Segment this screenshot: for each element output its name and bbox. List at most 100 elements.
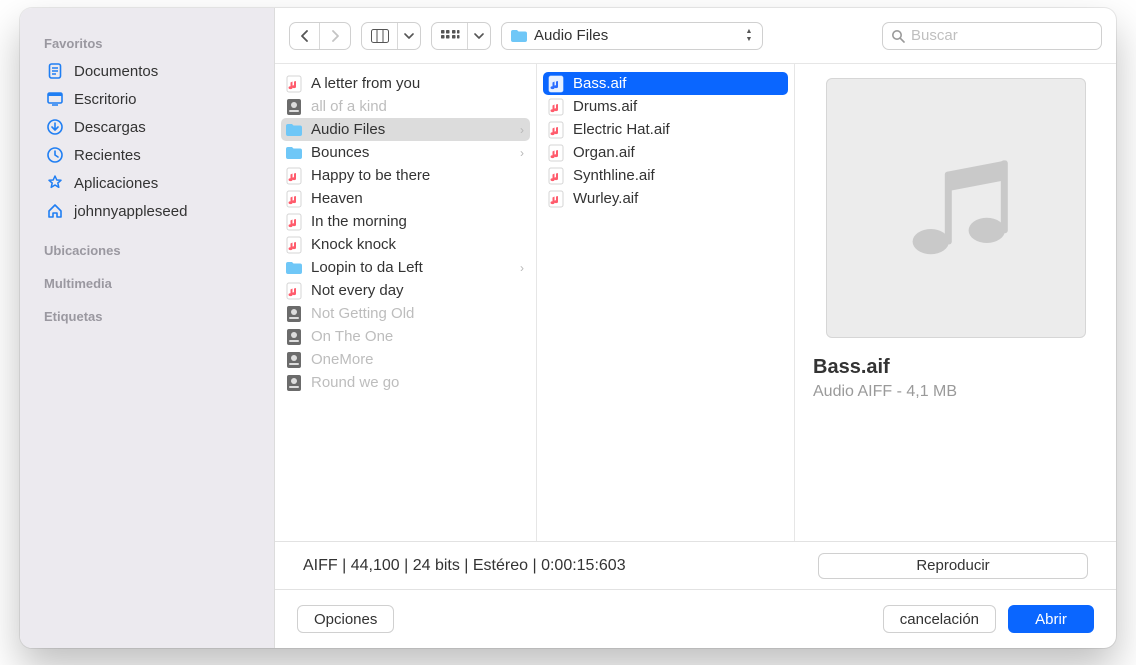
audio-icon — [285, 213, 303, 231]
file-row[interactable]: Not Getting Old — [275, 302, 536, 325]
file-row[interactable]: all of a kind — [275, 95, 536, 118]
file-row[interactable]: In the morning — [275, 210, 536, 233]
doc-icon — [46, 62, 64, 80]
open-button[interactable]: Abrir — [1008, 605, 1094, 633]
sidebar-header-favorites: Favoritos — [44, 36, 258, 51]
file-row[interactable]: Organ.aif — [537, 141, 794, 164]
file-name: A letter from you — [311, 75, 524, 92]
project-icon — [285, 351, 303, 369]
file-name: Electric Hat.aif — [573, 121, 782, 138]
preview-subtitle: Audio AIFF - 4,1 MB — [813, 383, 1098, 401]
file-row[interactable]: Bass.aif — [543, 72, 788, 95]
options-button[interactable]: Opciones — [297, 605, 394, 633]
project-icon — [285, 374, 303, 392]
sidebar-item-label: Descargas — [74, 119, 146, 136]
preview-pane: Bass.aif Audio AIFF - 4,1 MB — [795, 64, 1116, 541]
file-name: OneMore — [311, 351, 524, 368]
forward-button[interactable] — [320, 23, 350, 49]
group-button[interactable] — [432, 23, 468, 49]
file-row[interactable]: Not every day — [275, 279, 536, 302]
view-columns-control — [361, 22, 421, 50]
file-row[interactable]: On The One — [275, 325, 536, 348]
toolbar: Audio Files ▲▼ — [275, 8, 1116, 64]
file-row[interactable]: Loopin to da Left › — [275, 256, 536, 279]
audio-icon — [285, 282, 303, 300]
file-name: Not every day — [311, 282, 524, 299]
browser-column-2[interactable]: Bass.aif Drums.aif Electric Hat.aif Organ.a… — [537, 64, 795, 541]
audio-info-text: AIFF | 44,100 | 24 bits | Estéreo | 0:00… — [303, 557, 626, 575]
file-name: Knock knock — [311, 236, 524, 253]
location-label: Audio Files — [534, 27, 736, 44]
folder-icon — [285, 121, 303, 139]
search-input[interactable] — [911, 27, 1093, 44]
preview-title: Bass.aif — [813, 356, 1098, 379]
sidebar-item-documentos[interactable]: Documentos — [38, 57, 264, 85]
file-row[interactable]: Bounces › — [275, 141, 536, 164]
audio-icon — [285, 236, 303, 254]
audio-icon — [547, 121, 565, 139]
group-control — [431, 22, 491, 50]
file-name: Loopin to da Left — [311, 259, 512, 276]
browser-column-1[interactable]: A letter from you all of a kind Audio File… — [275, 64, 537, 541]
play-button[interactable]: Reproducir — [818, 553, 1088, 579]
sidebar-header-tags[interactable]: Etiquetas — [44, 309, 258, 324]
file-row[interactable]: Audio Files › — [281, 118, 530, 141]
audio-icon — [547, 167, 565, 185]
file-name: Not Getting Old — [311, 305, 524, 322]
info-bar: AIFF | 44,100 | 24 bits | Estéreo | 0:00… — [275, 542, 1116, 590]
chevron-right-icon: › — [520, 146, 524, 160]
file-row[interactable]: A letter from you — [275, 72, 536, 95]
sidebar-header-media[interactable]: Multimedia — [44, 276, 258, 291]
audio-icon — [285, 190, 303, 208]
file-name: Round we go — [311, 374, 524, 391]
column-browser: A letter from you all of a kind Audio File… — [275, 64, 1116, 542]
group-menu-chevron[interactable] — [468, 23, 490, 49]
sidebar-header-locations[interactable]: Ubicaciones — [44, 243, 258, 258]
home-icon — [46, 202, 64, 220]
sidebar-item-johnnyappleseed[interactable]: johnnyappleseed — [38, 197, 264, 225]
preview-thumbnail — [826, 78, 1086, 338]
sidebar-item-label: Escritorio — [74, 91, 137, 108]
file-name: Audio Files — [311, 121, 512, 138]
clock-icon — [46, 146, 64, 164]
location-popup[interactable]: Audio Files ▲▼ — [501, 22, 763, 50]
sidebar-item-recientes[interactable]: Recientes — [38, 141, 264, 169]
file-name: Bounces — [311, 144, 512, 161]
file-row[interactable]: Heaven — [275, 187, 536, 210]
file-name: Organ.aif — [573, 144, 782, 161]
file-row[interactable]: Wurley.aif — [537, 187, 794, 210]
sidebar: Favoritos Documentos Escritorio Descargas R… — [20, 8, 275, 648]
sidebar-item-label: Recientes — [74, 147, 141, 164]
file-row[interactable]: Electric Hat.aif — [537, 118, 794, 141]
back-button[interactable] — [290, 23, 320, 49]
sidebar-item-descargas[interactable]: Descargas — [38, 113, 264, 141]
folder-icon — [285, 259, 303, 277]
file-name: all of a kind — [311, 98, 524, 115]
file-name: Drums.aif — [573, 98, 782, 115]
app-icon — [46, 174, 64, 192]
view-menu-chevron[interactable] — [398, 23, 420, 49]
sidebar-item-escritorio[interactable]: Escritorio — [38, 85, 264, 113]
search-field[interactable] — [882, 22, 1102, 50]
nav-back-forward — [289, 22, 351, 50]
file-name: Wurley.aif — [573, 190, 782, 207]
search-icon — [891, 29, 905, 43]
cancel-button[interactable]: cancelación — [883, 605, 996, 633]
sidebar-item-aplicaciones[interactable]: Aplicaciones — [38, 169, 264, 197]
file-row[interactable]: Synthline.aif — [537, 164, 794, 187]
dialog-footer: Opciones cancelación Abrir — [275, 590, 1116, 648]
file-row[interactable]: OneMore — [275, 348, 536, 371]
file-row[interactable]: Knock knock — [275, 233, 536, 256]
main-area: Audio Files ▲▼ A letter from you all of a… — [275, 8, 1116, 648]
columns-view-button[interactable] — [362, 23, 398, 49]
chevron-right-icon: › — [520, 261, 524, 275]
file-row[interactable]: Happy to be there — [275, 164, 536, 187]
audio-icon — [547, 144, 565, 162]
audio-icon — [285, 167, 303, 185]
file-row[interactable]: Drums.aif — [537, 95, 794, 118]
project-icon — [285, 328, 303, 346]
file-name: Synthline.aif — [573, 167, 782, 184]
file-row[interactable]: Round we go — [275, 371, 536, 394]
chevron-right-icon: › — [520, 123, 524, 137]
project-icon — [285, 98, 303, 116]
